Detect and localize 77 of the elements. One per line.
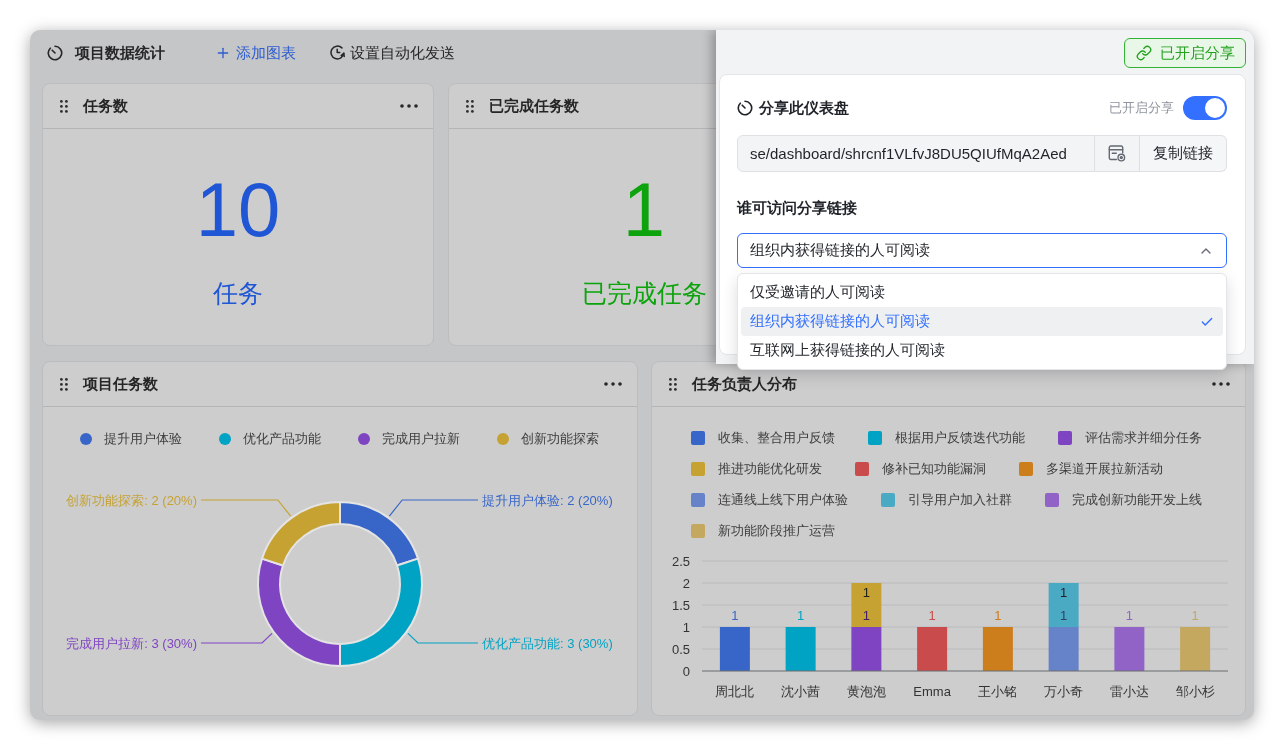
legend-label: 修补已知功能漏洞 (881, 460, 986, 478)
data-label: 1 (730, 608, 738, 623)
card-title: 项目任务数 (83, 374, 158, 394)
axis-category-label: 沈小茜 (780, 684, 820, 699)
axis-tick-label: 1.5 (671, 597, 690, 613)
drag-handle-icon[interactable] (668, 377, 677, 391)
more-icon[interactable] (603, 382, 622, 386)
data-label: 1 (1059, 608, 1067, 623)
leader-line (407, 632, 479, 644)
legend-label: 创新功能探索 (521, 430, 600, 448)
slice-label: 创新功能探索: 2 (20%) (66, 492, 197, 508)
card-title: 任务负责人分布 (691, 374, 797, 394)
dashboard-title: 项目数据统计 (75, 42, 165, 63)
axis-category-label: 雷小达 (1109, 684, 1149, 699)
stat-value: 10 (195, 172, 281, 248)
drag-handle-icon[interactable] (60, 99, 68, 113)
toggle-switch[interactable] (1183, 96, 1227, 120)
legend-label: 新功能阶段推广运营 (717, 522, 835, 540)
access-select[interactable]: 组织内获得链接的人可阅读 (737, 233, 1227, 268)
card-title: 任务数 (83, 96, 128, 116)
data-label: 1 (1059, 585, 1067, 600)
legend-label: 提升用户体验 (104, 430, 183, 448)
data-label: 1 (1125, 608, 1133, 623)
legend-label: 完成用户拉新 (382, 430, 461, 448)
document-eye-icon (1108, 145, 1126, 162)
axis-tick-label: 2.5 (671, 553, 690, 569)
share-title: 分享此仪表盘 (759, 98, 849, 118)
add-chart-button[interactable]: 添加图表 (215, 42, 296, 63)
schedule-button[interactable]: 设置自动化发送 (330, 42, 455, 63)
stat-label: 任务 (213, 278, 263, 308)
legend-label: 根据用户反馈迭代功能 (894, 429, 1025, 447)
slice-label: 提升用户体验: 2 (20%) (482, 492, 613, 508)
legend-label: 评估需求并细分任务 (1084, 429, 1202, 447)
link-field[interactable]: se/dashboard/shrcnf1VLfvJ8DU5QIUfMqA2Aed (737, 135, 1095, 172)
timer-icon (47, 44, 63, 61)
preview-button[interactable] (1095, 135, 1140, 172)
card-title: 已完成任务数 (489, 96, 579, 116)
copy-link-button[interactable]: 复制链接 (1140, 135, 1227, 172)
legend-label: 推进功能优化研发 (717, 460, 822, 478)
legend-label: 优化产品功能 (243, 430, 322, 448)
axis-category-label: 王小铭 (977, 684, 1017, 699)
data-label: 1 (993, 608, 1001, 623)
more-icon[interactable] (1212, 382, 1230, 386)
axis-tick-label: 2 (682, 575, 690, 591)
legend-label: 引导用户加入社群 (907, 491, 1012, 509)
timer-icon (737, 100, 753, 116)
drag-handle-icon[interactable] (60, 377, 68, 391)
axis-tick-label: 0 (682, 663, 690, 679)
more-icon[interactable] (400, 104, 418, 108)
axis-tick-label: 1 (682, 619, 690, 635)
axis-category-label: Emma (912, 684, 951, 699)
legend-label: 连通线上线下用户体验 (717, 491, 848, 509)
slice-label: 优化产品功能: 3 (30%) (482, 635, 613, 651)
access-option[interactable]: 互联网上获得链接的人可阅读 (741, 336, 1223, 365)
legend-label: 收集、整合用户反馈 (717, 429, 835, 447)
legend-label: 完成创新功能开发上线 (1071, 491, 1202, 509)
access-label: 谁可访问分享链接 (737, 198, 858, 218)
drag-handle-icon[interactable] (466, 99, 474, 113)
access-option[interactable]: 仅受邀请的人可阅读 (741, 278, 1223, 307)
clock-icon (330, 45, 345, 60)
data-label: 1 (928, 608, 936, 623)
stat-label: 已完成任务 (581, 278, 707, 308)
axis-category-label: 周北北 (714, 684, 754, 699)
axis-category-label: 邹小杉 (1175, 684, 1215, 699)
axis-tick-label: 0.5 (671, 641, 690, 657)
axis-category-label: 黄泡泡 (846, 684, 886, 699)
access-option[interactable]: 组织内获得链接的人可阅读 (741, 307, 1223, 336)
toggle-label: 已开启分享 (1109, 99, 1174, 117)
legend-label: 多渠道开展拉新活动 (1045, 460, 1163, 478)
axis-category-label: 万小奇 (1043, 684, 1083, 699)
data-label: 1 (1191, 608, 1199, 623)
link-icon (1136, 45, 1152, 61)
slice-label: 完成用户拉新: 3 (30%) (66, 635, 197, 651)
data-label: 1 (862, 585, 870, 600)
data-label: 1 (862, 608, 870, 623)
stat-value: 1 (622, 172, 666, 248)
data-label: 1 (796, 608, 804, 623)
